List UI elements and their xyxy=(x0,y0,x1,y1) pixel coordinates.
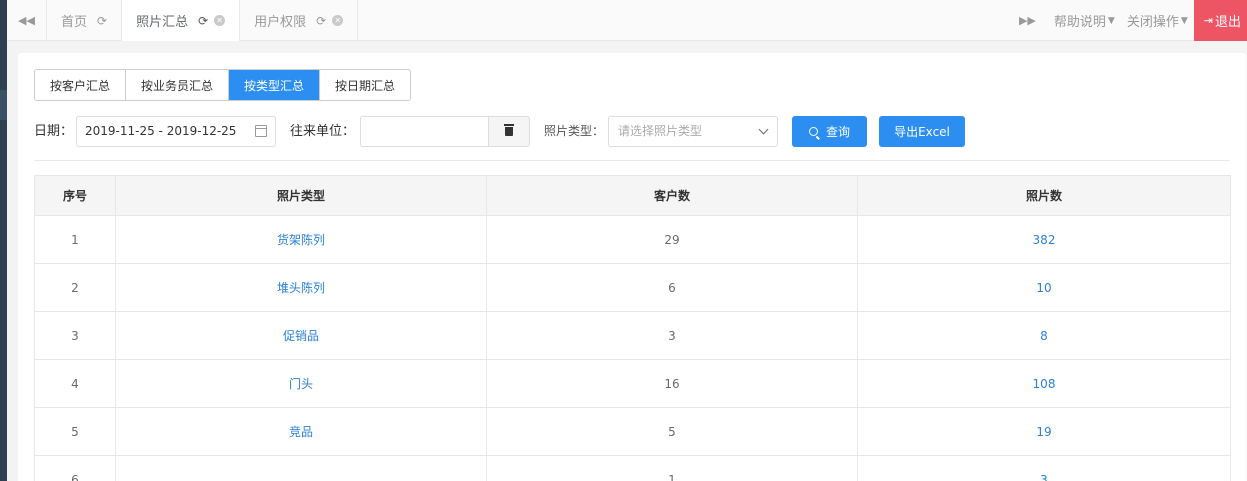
table-row: 1 货架陈列 29 382 xyxy=(34,215,1231,264)
divider xyxy=(34,160,1230,161)
filter-bar: 日期： 2019-11-25 - 2019-12-25 往来单位： 照片类型： … xyxy=(34,116,1234,148)
cell-photo-type-link[interactable]: 促销品 xyxy=(115,311,487,360)
cell-customers: 16 xyxy=(486,359,858,408)
mode-by-type[interactable]: 按类型汇总 xyxy=(229,70,321,100)
cell-customers: 29 xyxy=(486,215,858,264)
tab-scroll-right-icon[interactable]: ▶▶ xyxy=(1007,0,1048,41)
sidebar-highlight xyxy=(0,90,7,120)
date-range-input[interactable]: 2019-11-25 - 2019-12-25 xyxy=(76,116,276,147)
tab-label: 用户权限 xyxy=(254,15,307,30)
date-range-value: 2019-11-25 - 2019-12-25 xyxy=(85,124,237,138)
cell-customers: 5 xyxy=(486,407,858,456)
tab-user-permissions[interactable]: 用户权限 ⟳ ✕ xyxy=(240,0,359,41)
unit-label: 往来单位： xyxy=(290,124,356,139)
chevron-down-icon xyxy=(758,124,769,135)
close-ops-label: 关闭操作 xyxy=(1126,15,1179,30)
cell-no: 5 xyxy=(34,407,116,456)
cell-no: 2 xyxy=(34,263,116,312)
tab-tools: ▶▶ 帮助说明 ▼ 关闭操作 ▼ ⇥ 退出 xyxy=(1007,0,1247,41)
calendar-icon xyxy=(255,125,267,137)
cell-customers: 6 xyxy=(486,263,858,312)
mode-by-date[interactable]: 按日期汇总 xyxy=(320,70,411,100)
help-menu[interactable]: 帮助说明 ▼ xyxy=(1048,0,1121,41)
header-photos: 照片数 xyxy=(857,175,1231,216)
cell-photo-type-link[interactable]: 门头 xyxy=(115,359,487,408)
close-icon[interactable]: ✕ xyxy=(332,15,344,26)
logout-label: 退出 xyxy=(1214,15,1241,30)
caret-down-icon: ▼ xyxy=(1107,15,1115,26)
cell-customers: 3 xyxy=(486,311,858,360)
tab-scroll-left-icon[interactable]: ◀◀ xyxy=(7,0,47,41)
photo-type-placeholder: 请选择照片类型 xyxy=(618,124,703,138)
table-row: 6 1 3 xyxy=(34,455,1231,481)
refresh-icon[interactable]: ⟳ xyxy=(198,14,208,28)
content-card: 按客户汇总 按业务员汇总 按类型汇总 按日期汇总 日期： 2019-11-25 … xyxy=(18,53,1246,481)
cell-no: 4 xyxy=(34,359,116,408)
header-no: 序号 xyxy=(34,175,116,216)
cell-photos-link[interactable]: 108 xyxy=(857,359,1231,408)
header-photo-type: 照片类型 xyxy=(115,175,487,216)
summary-table: 序号 照片类型 客户数 照片数 1 货架陈列 29 382 2 堆头陈列 6 1 xyxy=(34,175,1231,481)
cell-photos-link[interactable]: 8 xyxy=(857,311,1231,360)
tab-bar: ◀◀ 首页 ⟳ 照片汇总 ⟳ ✕ 用户权限 ⟳ ✕ ▶▶ 帮助说明 ▼ 关闭操作 ▼… xyxy=(7,0,1247,41)
sidebar-strip xyxy=(0,0,7,481)
cell-photos-link[interactable]: 19 xyxy=(857,407,1231,456)
summary-mode-switch: 按客户汇总 按业务员汇总 按类型汇总 按日期汇总 xyxy=(34,69,412,101)
unit-input[interactable] xyxy=(360,116,488,147)
refresh-icon[interactable]: ⟳ xyxy=(97,14,107,28)
tab-photo-summary[interactable]: 照片汇总 ⟳ ✕ xyxy=(122,0,241,41)
table-header-row: 序号 照片类型 客户数 照片数 xyxy=(34,175,1231,216)
logout-icon: ⇥ xyxy=(1203,14,1213,27)
cell-photos-link[interactable]: 3 xyxy=(857,455,1231,481)
close-ops-menu[interactable]: 关闭操作 ▼ xyxy=(1121,0,1194,41)
mode-by-customer[interactable]: 按客户汇总 xyxy=(35,70,127,100)
cell-photo-type-link[interactable]: 堆头陈列 xyxy=(115,263,487,312)
cell-no: 6 xyxy=(34,455,116,481)
cell-photo-type-link[interactable]: 竞品 xyxy=(115,407,487,456)
query-label: 查询 xyxy=(825,125,850,139)
export-excel-button[interactable]: 导出Excel xyxy=(879,116,965,147)
table-row: 5 竞品 5 19 xyxy=(34,407,1231,456)
logout-button[interactable]: ⇥ 退出 xyxy=(1193,0,1247,41)
trash-icon xyxy=(504,124,514,136)
help-label: 帮助说明 xyxy=(1053,15,1106,30)
date-label: 日期： xyxy=(34,124,74,139)
table-row: 3 促销品 3 8 xyxy=(34,311,1231,360)
table-row: 2 堆头陈列 6 10 xyxy=(34,263,1231,312)
photo-type-select[interactable]: 请选择照片类型 xyxy=(608,116,778,147)
tab-label: 首页 xyxy=(61,15,88,30)
mode-by-salesperson[interactable]: 按业务员汇总 xyxy=(126,70,230,100)
export-label: 导出Excel xyxy=(894,125,950,139)
page-tabs: 首页 ⟳ 照片汇总 ⟳ ✕ 用户权限 ⟳ ✕ xyxy=(47,0,359,41)
table-row: 4 门头 16 108 xyxy=(34,359,1231,408)
tab-home[interactable]: 首页 ⟳ xyxy=(47,0,123,41)
cell-no: 1 xyxy=(34,215,116,264)
cell-no: 3 xyxy=(34,311,116,360)
cell-customers: 1 xyxy=(486,455,858,481)
refresh-icon[interactable]: ⟳ xyxy=(316,14,326,28)
header-customers: 客户数 xyxy=(486,175,858,216)
type-label: 照片类型： xyxy=(544,124,605,138)
cell-photo-type-link[interactable]: 货架陈列 xyxy=(115,215,487,264)
caret-down-icon: ▼ xyxy=(1180,15,1188,26)
query-button[interactable]: 查询 xyxy=(792,116,867,147)
tab-label: 照片汇总 xyxy=(136,15,189,30)
cell-photo-type-link[interactable] xyxy=(115,455,487,481)
search-icon xyxy=(808,127,818,136)
cell-photos-link[interactable]: 10 xyxy=(857,263,1231,312)
clear-unit-button[interactable] xyxy=(488,116,530,147)
cell-photos-link[interactable]: 382 xyxy=(857,215,1231,264)
close-icon[interactable]: ✕ xyxy=(214,15,226,26)
